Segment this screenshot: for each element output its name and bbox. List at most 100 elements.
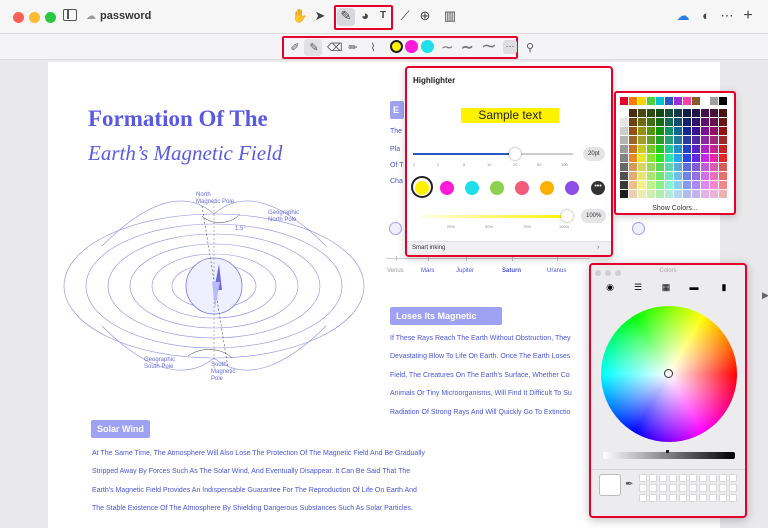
stroke-thick-icon[interactable]: ∼ bbox=[481, 35, 497, 58]
ruler-icon[interactable]: ⟋ bbox=[396, 7, 414, 25]
custom-color-well[interactable] bbox=[729, 484, 737, 492]
palette-swatch bbox=[719, 127, 727, 135]
more-colors-icon[interactable]: ••• bbox=[591, 181, 605, 195]
swatch-cyan[interactable] bbox=[421, 40, 434, 53]
color-yellow[interactable] bbox=[415, 181, 429, 195]
custom-color-well[interactable] bbox=[729, 494, 737, 502]
custom-color-well[interactable] bbox=[719, 494, 727, 502]
palette-swatch bbox=[683, 118, 691, 126]
palette-swatch bbox=[674, 109, 682, 117]
show-colors-button[interactable]: Show Colors... bbox=[616, 205, 734, 212]
cloud-upload-icon[interactable]: ☁ bbox=[674, 7, 692, 25]
text-tool-icon[interactable]: T bbox=[374, 7, 392, 25]
color-orange[interactable] bbox=[540, 181, 554, 195]
custom-color-well[interactable] bbox=[699, 494, 707, 502]
custom-color-well[interactable] bbox=[679, 494, 687, 502]
highlighter-popover: Highlighter Sample text 1 2 5 10 20 50 1… bbox=[405, 66, 613, 257]
book-icon[interactable]: ▥ bbox=[441, 7, 459, 25]
custom-color-well[interactable] bbox=[649, 494, 657, 502]
add-circle-icon[interactable]: ⊕ bbox=[416, 7, 434, 25]
label-geographic-south-pole: Geographic South Pole bbox=[144, 357, 176, 370]
highlighter-icon[interactable]: ✎ bbox=[307, 41, 321, 55]
new-tab-icon[interactable]: + bbox=[739, 7, 757, 25]
current-color-well[interactable] bbox=[599, 474, 621, 496]
custom-color-well[interactable] bbox=[639, 484, 647, 492]
custom-color-well[interactable] bbox=[679, 474, 687, 482]
brush-icon[interactable]: ⌇ bbox=[366, 41, 380, 55]
opacity-slider-knob[interactable] bbox=[561, 210, 573, 222]
custom-color-well[interactable] bbox=[699, 474, 707, 482]
palette-swatch bbox=[674, 127, 682, 135]
highlighter-title: Highlighter bbox=[413, 76, 456, 85]
color-wheel-crosshair[interactable] bbox=[664, 369, 673, 378]
stroke-medium-icon[interactable]: ∼ bbox=[461, 38, 474, 56]
palette-swatch bbox=[665, 127, 673, 135]
custom-color-well[interactable] bbox=[639, 474, 647, 482]
eraser-icon[interactable]: ⌫ bbox=[327, 41, 343, 55]
custom-color-well[interactable] bbox=[679, 484, 687, 492]
color-wheel-tab-icon[interactable]: ◉ bbox=[603, 281, 617, 293]
custom-color-well[interactable] bbox=[639, 494, 647, 502]
stroke-thin-icon[interactable]: ∼ bbox=[441, 38, 454, 56]
custom-color-well[interactable] bbox=[669, 494, 677, 502]
palette-swatch bbox=[656, 163, 664, 171]
color-pink[interactable] bbox=[515, 181, 529, 195]
shapes-tool-icon[interactable]: ◕ bbox=[356, 7, 374, 25]
custom-color-well[interactable] bbox=[659, 474, 667, 482]
custom-color-well[interactable] bbox=[729, 474, 737, 482]
color-purple[interactable] bbox=[565, 181, 579, 195]
palette-swatch bbox=[692, 97, 700, 105]
custom-color-well[interactable] bbox=[659, 484, 667, 492]
image-palettes-tab-icon[interactable]: ▬ bbox=[687, 281, 701, 293]
custom-color-well[interactable] bbox=[689, 494, 697, 502]
add-favorite-icon[interactable]: ⚲ bbox=[523, 41, 537, 55]
custom-color-well[interactable] bbox=[649, 474, 657, 482]
size-slider-knob[interactable] bbox=[509, 148, 521, 160]
palette-swatch bbox=[710, 172, 718, 180]
palette-swatch bbox=[719, 145, 727, 153]
custom-color-well[interactable] bbox=[709, 474, 717, 482]
colors-panel-title: Colors bbox=[659, 268, 677, 274]
custom-color-well[interactable] bbox=[689, 474, 697, 482]
color-magenta[interactable] bbox=[440, 181, 454, 195]
lasso-pen-icon[interactable]: ✐ bbox=[288, 41, 302, 55]
custom-color-well[interactable] bbox=[659, 494, 667, 502]
more-options-icon[interactable]: ⋯ bbox=[718, 7, 736, 25]
more-subtools-icon[interactable]: ⋯ bbox=[503, 40, 517, 54]
custom-color-well[interactable] bbox=[649, 484, 657, 492]
hand-icon[interactable]: ✋ bbox=[291, 7, 309, 25]
scroll-arrow-icon[interactable]: ▶ bbox=[762, 290, 768, 304]
color-green[interactable] bbox=[490, 181, 504, 195]
color-cyan[interactable] bbox=[465, 181, 479, 195]
color-swatch-grid[interactable] bbox=[620, 97, 730, 203]
pencil-icon[interactable]: ✏ bbox=[346, 41, 360, 55]
brightness-slider[interactable] bbox=[603, 452, 735, 459]
custom-color-well[interactable] bbox=[669, 474, 677, 482]
custom-color-well[interactable] bbox=[719, 484, 727, 492]
swatch-magenta[interactable] bbox=[405, 40, 418, 53]
zoom-window-button[interactable] bbox=[45, 12, 56, 23]
close-window-button[interactable] bbox=[13, 12, 24, 23]
palette-swatch bbox=[719, 172, 727, 180]
chevron-down-icon[interactable]: ⌄ bbox=[144, 10, 152, 21]
partial-text-line: Of T bbox=[390, 162, 404, 169]
swatch-yellow[interactable] bbox=[390, 40, 403, 53]
smart-inking-row[interactable]: Smart inking › bbox=[407, 241, 611, 255]
sidebar-toggle-icon[interactable] bbox=[63, 9, 77, 21]
custom-color-well[interactable] bbox=[669, 484, 677, 492]
eyedropper-icon[interactable]: ✒ bbox=[625, 479, 633, 490]
pointer-icon[interactable]: ➤ bbox=[311, 7, 329, 25]
custom-color-well[interactable] bbox=[689, 484, 697, 492]
custom-color-well[interactable] bbox=[709, 484, 717, 492]
color-palettes-tab-icon[interactable]: ▦ bbox=[659, 281, 673, 293]
custom-color-well[interactable] bbox=[699, 484, 707, 492]
brightness-slider-knob[interactable] bbox=[666, 450, 669, 453]
custom-color-well[interactable] bbox=[719, 474, 727, 482]
color-sliders-tab-icon[interactable]: ☰ bbox=[631, 281, 645, 293]
avatar[interactable]: ◐ bbox=[697, 7, 715, 25]
pencils-tab-icon[interactable]: ▮ bbox=[717, 281, 731, 293]
minimize-window-button[interactable] bbox=[29, 12, 40, 23]
highlighter-tool-icon[interactable]: ✎ bbox=[337, 7, 355, 25]
opacity-slider-track[interactable] bbox=[419, 215, 569, 218]
custom-color-well[interactable] bbox=[709, 494, 717, 502]
